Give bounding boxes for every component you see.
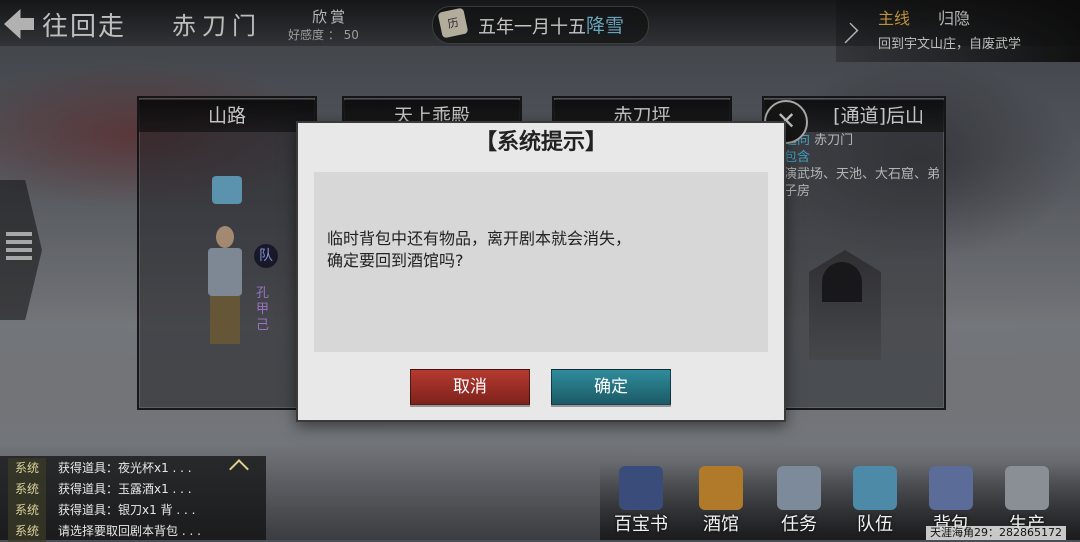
menu-label: 百宝书 — [614, 514, 668, 535]
lantern-icon — [699, 466, 743, 510]
dialog-title: 【系统提示】 — [474, 130, 607, 155]
log-tag: 系统 — [8, 458, 46, 479]
log-entry: 系统 获得道具：玉露酒x1 . . . — [0, 479, 266, 500]
log-entry: 系统 获得道具：夜光杯x1 . . . — [0, 458, 266, 479]
log-tag: 系统 — [8, 479, 46, 500]
log-tag: 系统 — [8, 521, 46, 542]
log-entry: 系统 获得道具：银刀x1 背 . . . — [0, 500, 266, 521]
menu-treasure-book[interactable]: 百宝书 — [608, 466, 674, 540]
player-id: 天涯海角29：282865172 — [926, 526, 1066, 540]
menu-team[interactable]: 队伍 — [842, 466, 908, 540]
log-text: 获得道具：银刀x1 背 . . . — [58, 503, 196, 517]
book-icon — [619, 466, 663, 510]
menu-label: 任务 — [781, 514, 817, 535]
menu-tavern[interactable]: 酒馆 — [688, 466, 754, 540]
bag-icon — [929, 466, 973, 510]
menu-label: 酒馆 — [703, 514, 739, 535]
log-tag: 系统 — [8, 500, 46, 521]
anvil-icon — [1005, 466, 1049, 510]
menu-label: 队伍 — [857, 514, 893, 535]
log-text: 请选择要取回剧本背包 . . . — [58, 524, 201, 538]
log-entry: 系统 请选择要取回剧本背包 . . . — [0, 521, 266, 542]
system-log[interactable]: 系统 获得道具：夜光杯x1 . . . 系统 获得道具：玉露酒x1 . . . … — [0, 456, 266, 542]
log-text: 获得道具：玉露酒x1 . . . — [58, 482, 192, 496]
cancel-button[interactable]: 取消 — [410, 369, 530, 405]
confirm-button[interactable]: 确定 — [551, 369, 671, 405]
dialog-message: 临时背包中还有物品，离开剧本就会消失， 确定要回到酒馆吗? — [327, 229, 632, 270]
scroll-icon — [777, 466, 821, 510]
menu-quests[interactable]: 任务 — [766, 466, 832, 540]
flag-icon — [853, 466, 897, 510]
